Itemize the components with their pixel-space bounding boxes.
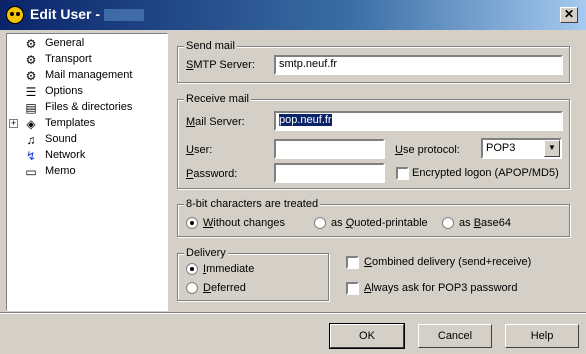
tree-item-options[interactable]: ☰ Options bbox=[7, 84, 167, 100]
password-input[interactable] bbox=[274, 163, 385, 183]
tree-item-files-directories[interactable]: ▤ Files & directories bbox=[7, 100, 167, 116]
use-protocol-label: Use protocol: bbox=[395, 144, 460, 156]
send-mail-title: Send mail bbox=[184, 40, 237, 52]
always-ask-label: Always ask for POP3 password bbox=[364, 282, 518, 294]
tree-item-sound[interactable]: ♫ Sound bbox=[7, 132, 167, 148]
mail-server-input[interactable]: pop.neuf.fr bbox=[274, 111, 563, 131]
password-label: Password: bbox=[186, 168, 238, 180]
tree-item-label: Sound bbox=[45, 133, 77, 145]
selected-text: pop.neuf.fr bbox=[279, 114, 332, 126]
delivery-title: Delivery bbox=[184, 247, 228, 259]
mail-server-label: Mail Server: bbox=[186, 116, 245, 128]
tree-item-label: Options bbox=[45, 85, 83, 97]
tree-item-templates[interactable]: + ◈ Templates bbox=[7, 116, 167, 132]
protocol-value: POP3 bbox=[486, 142, 516, 154]
quoted-printable-label: as Quoted-printable bbox=[331, 217, 428, 229]
eight-bit-title: 8-bit characters are treated bbox=[184, 198, 321, 210]
tree-item-label: Transport bbox=[45, 53, 92, 65]
base64-label: as Base64 bbox=[459, 217, 512, 229]
immediate-label: Immediate bbox=[203, 263, 255, 275]
tree-item-label: Memo bbox=[45, 165, 76, 177]
quoted-printable-radio[interactable] bbox=[314, 217, 326, 229]
user-label: User: bbox=[186, 144, 213, 156]
tree-item-label: General bbox=[45, 37, 85, 49]
deferred-label: Deferred bbox=[203, 282, 246, 294]
smtp-server-input[interactable]: smtp.neuf.fr bbox=[274, 55, 563, 75]
gear-icon: ⚙ bbox=[25, 53, 37, 67]
smtp-server-label: SMTP Server: bbox=[186, 59, 255, 71]
combined-delivery-label: Combined delivery (send+receive) bbox=[364, 256, 532, 268]
memo-icon: ▭ bbox=[25, 165, 37, 179]
redacted-username bbox=[104, 9, 144, 21]
checklist-icon: ☰ bbox=[25, 85, 37, 99]
encrypted-logon-checkbox[interactable] bbox=[396, 167, 409, 180]
gear-icon: ⚙ bbox=[25, 69, 37, 83]
immediate-radio[interactable] bbox=[186, 263, 198, 275]
templates-icon: ◈ bbox=[26, 117, 36, 131]
always-ask-checkbox[interactable] bbox=[346, 282, 359, 295]
tree-item-transport[interactable]: ⚙ Transport bbox=[7, 52, 167, 68]
tree-item-memo[interactable]: ▭ Memo bbox=[7, 164, 167, 180]
deferred-radio[interactable] bbox=[186, 282, 198, 294]
tree-item-label: Templates bbox=[45, 117, 96, 129]
expand-icon[interactable]: + bbox=[9, 119, 18, 128]
separator bbox=[0, 312, 586, 314]
tree-item-general[interactable]: ⚙ General bbox=[7, 36, 167, 52]
bat-app-icon bbox=[6, 6, 24, 24]
window-title: Edit User - bbox=[30, 6, 101, 22]
network-icon: ↯ bbox=[25, 149, 37, 163]
settings-tree[interactable]: ⚙ General ⚙ Transport ⚙ Mail management … bbox=[6, 33, 168, 311]
music-note-icon: ♫ bbox=[26, 133, 36, 147]
ok-button[interactable]: OK bbox=[329, 323, 405, 349]
chevron-down-icon[interactable]: ▼ bbox=[544, 140, 560, 157]
files-icon: ▤ bbox=[25, 101, 37, 115]
tree-item-mail-management[interactable]: ⚙ Mail management bbox=[7, 68, 167, 84]
title-bar[interactable]: Edit User - ✕ bbox=[0, 0, 586, 30]
gear-person-icon: ⚙ bbox=[25, 37, 37, 51]
base64-radio[interactable] bbox=[442, 217, 454, 229]
cancel-button[interactable]: Cancel bbox=[418, 324, 492, 348]
tree-item-network[interactable]: ↯ Network bbox=[7, 148, 167, 164]
tree-item-label: Files & directories bbox=[45, 101, 133, 113]
help-button[interactable]: Help bbox=[505, 324, 579, 348]
receive-mail-title: Receive mail bbox=[184, 93, 251, 105]
user-input[interactable] bbox=[274, 139, 385, 159]
protocol-select[interactable]: POP3 ▼ bbox=[481, 138, 562, 159]
combined-delivery-checkbox[interactable] bbox=[346, 256, 359, 269]
tree-item-label: Network bbox=[45, 149, 86, 161]
without-changes-label: Without changes bbox=[203, 217, 285, 229]
without-changes-radio[interactable] bbox=[186, 217, 198, 229]
delivery-group: Delivery bbox=[177, 247, 329, 301]
tree-item-label: Mail management bbox=[45, 69, 133, 81]
encrypted-logon-label: Encrypted logon (APOP/MD5) bbox=[412, 167, 559, 179]
close-button[interactable]: ✕ bbox=[560, 7, 578, 23]
